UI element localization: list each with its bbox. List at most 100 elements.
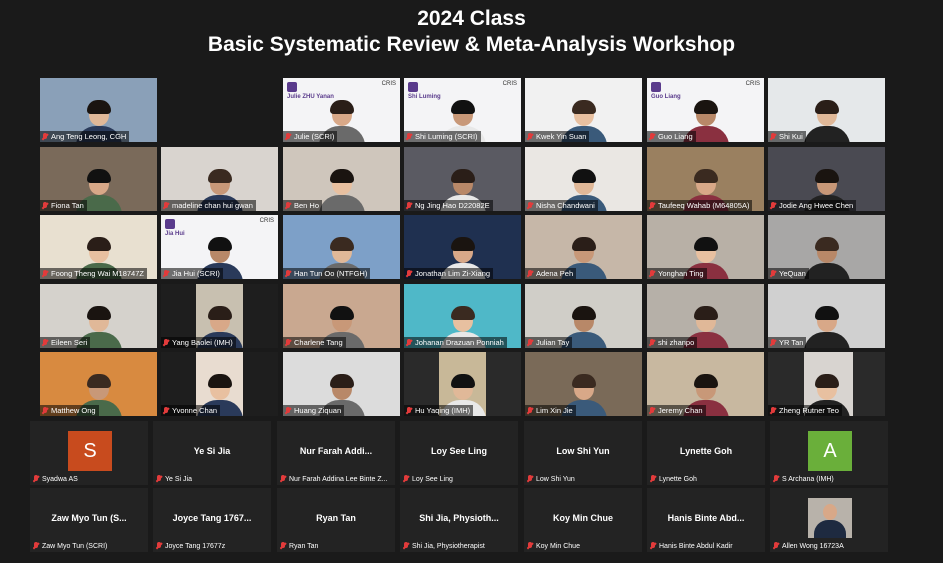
video-tile[interactable]: Taufeeq Wahab (M64805A) [647,147,764,211]
video-tile[interactable]: Han Tun Oo (NTFGH) [283,215,400,279]
muted-mic-icon [406,201,412,210]
participant-name-tag: Julian Tay [525,337,573,348]
video-gallery: Ang Teng Leong, CGH CRIS Julie ZHU Yanan Ju… [40,78,890,418]
video-tile[interactable]: Shi Kui [768,78,885,142]
participant-name-tag: Shi Kui [768,131,806,142]
muted-mic-icon [527,338,533,347]
video-tile[interactable]: Ang Teng Leong, CGH [40,78,157,142]
audio-participant-tile[interactable]: Shi Jia, Physioth... Shi Jia, Physiothera… [400,488,518,552]
muted-mic-icon [770,269,776,278]
muted-mic-icon [42,201,48,210]
muted-mic-icon [527,475,533,483]
video-tile[interactable]: madeline chan hui gwan [161,147,278,211]
video-tile[interactable]: Foong Theng Wai M18747Z [40,215,157,279]
audio-participant-title: Hanis Binte Abd... [667,513,745,523]
participant-name: Zheng Rutner Teo [779,406,839,415]
participant-name: Jodie Ang Hwee Chen [779,201,854,210]
participant-name: Ng Jing Hao D22082E [415,201,490,210]
video-tile[interactable]: shi zhanpo [647,284,764,348]
participant-name-tag: Guo Liang [647,131,696,142]
hair-shape [693,237,718,251]
hair-shape [450,306,475,320]
participant-name-tag: Charlene Tang [283,337,346,348]
hair-shape [571,169,596,183]
audio-participant-name-tag: Lynette Goh [650,475,697,483]
video-tile[interactable]: Johanan Drazuan Ponniah [404,284,521,348]
video-tile[interactable]: Jodie Ang Hwee Chen [768,147,885,211]
video-tile[interactable]: Fiona Tan [40,147,157,211]
video-tile[interactable]: Hu Yaqing (IMH) [404,352,521,416]
muted-mic-icon [285,201,291,210]
hair-shape [86,100,111,114]
video-tile[interactable]: Nisha Chandwani [525,147,642,211]
audio-participant-tile[interactable]: Loy See Ling Loy See Ling [400,421,518,485]
video-tile[interactable]: Julian Tay [525,284,642,348]
participant-name: Yonghan Ting [658,269,704,278]
video-tile[interactable]: CRIS Guo Liang Guo Liang [647,78,764,142]
participant-name-tag: Yang Baolei (IMH) [161,337,236,348]
hair-shape [693,169,718,183]
hair-shape [814,306,839,320]
audio-participant-tile[interactable]: A S Archana (IMH) [770,421,888,485]
audio-participant-tile[interactable]: Low Shi Yun Low Shi Yun [524,421,642,485]
audio-participant-tile[interactable]: Zaw Myo Tun (S... Zaw Myo Tun (SCRI) [30,488,148,552]
audio-participant-title: Nur Farah Addi... [299,446,373,456]
torso-shape [803,332,850,348]
participant-name: Julian Tay [536,338,570,347]
video-tile[interactable]: Ng Jing Hao D22082E [404,147,521,211]
title-year: 2024 Class [417,7,526,30]
participant-name: Yvonne Chan [172,406,218,415]
audio-participant-tile[interactable]: Koy Min Chue Koy Min Chue [524,488,642,552]
video-tile[interactable]: Charlene Tang [283,284,400,348]
video-tile[interactable]: Zheng Rutner Teo [768,352,885,416]
participant-name: Hanis Binte Abdul Kadir [659,542,733,550]
video-tile[interactable]: Lim Xin Jie [525,352,642,416]
hair-shape [86,306,111,320]
video-tile[interactable]: Jonathan Lim Zi-Xiang [404,215,521,279]
video-tile[interactable]: Yvonne Chan [161,352,278,416]
muted-mic-icon [42,269,48,278]
participant-name-tag: Julie (SCRI) [283,131,338,142]
video-tile[interactable]: Matthew Ong [40,352,157,416]
participant-figure [803,304,850,348]
video-tile[interactable]: CRIS Shi Luming Shi Luming (SCRI) [404,78,521,142]
audio-participant-tile[interactable]: Hanis Binte Abd... Hanis Binte Abdul Kadi… [647,488,765,552]
participant-name: Koy Min Chue [536,542,580,550]
participant-figure [803,98,850,142]
audio-participant-tile[interactable]: Ye Si Jia Ye Si Jia [153,421,271,485]
video-tile[interactable]: Adena Peh [525,215,642,279]
participant-name: Huang Ziquan [294,406,342,415]
audio-participant-title: Zaw Myo Tun (S... [51,513,127,523]
participant-name-tag: Eileen Seri [40,337,91,348]
video-tile[interactable]: Huang Ziquan [283,352,400,416]
hair-shape [329,306,354,320]
video-tile[interactable]: YeQuan [768,215,885,279]
video-tile[interactable]: Kwek Yin Suan [525,78,642,142]
hair-shape [329,374,354,388]
audio-participant-title: Koy Min Chue [553,513,613,523]
participant-name-tag: Kwek Yin Suan [525,131,590,142]
participant-name-tag: Jodie Ang Hwee Chen [768,200,857,211]
muted-mic-icon [649,338,655,347]
audio-participant-tile[interactable]: Ryan Tan Ryan Tan [277,488,395,552]
muted-mic-icon [770,406,776,415]
audio-participant-tile[interactable]: S Syadwa AS [30,421,148,485]
video-tile[interactable]: Yang Baolei (IMH) [161,284,278,348]
video-tile[interactable]: YR Tan [768,284,885,348]
muted-mic-icon [33,475,39,483]
video-tile[interactable]: CRIS Jia Hui Jia Hui (SCRI) [161,215,278,279]
video-tile[interactable]: CRIS Julie ZHU Yanan Julie (SCRI) [283,78,400,142]
video-tile[interactable]: Ben Ho [283,147,400,211]
participant-name: Julie (SCRI) [294,132,335,141]
audio-participant-tile[interactable]: Joyce Tang 1767... Joyce Tang 17677z [153,488,271,552]
audio-participant-tile[interactable]: Nur Farah Addi... Nur Farah Addina Lee Bi… [277,421,395,485]
video-tile[interactable]: Jeremy Chan [647,352,764,416]
hair-shape [450,169,475,183]
hair-shape [814,237,839,251]
video-tile[interactable]: Eileen Seri [40,284,157,348]
participant-name: Ben Ho [294,201,320,210]
video-tile[interactable]: Yonghan Ting [647,215,764,279]
audio-participant-tile[interactable]: Allen Wong 16723A [770,488,888,552]
audio-participant-tile[interactable]: Lynette Goh Lynette Goh [647,421,765,485]
audio-participant-title: Ryan Tan [316,513,356,523]
